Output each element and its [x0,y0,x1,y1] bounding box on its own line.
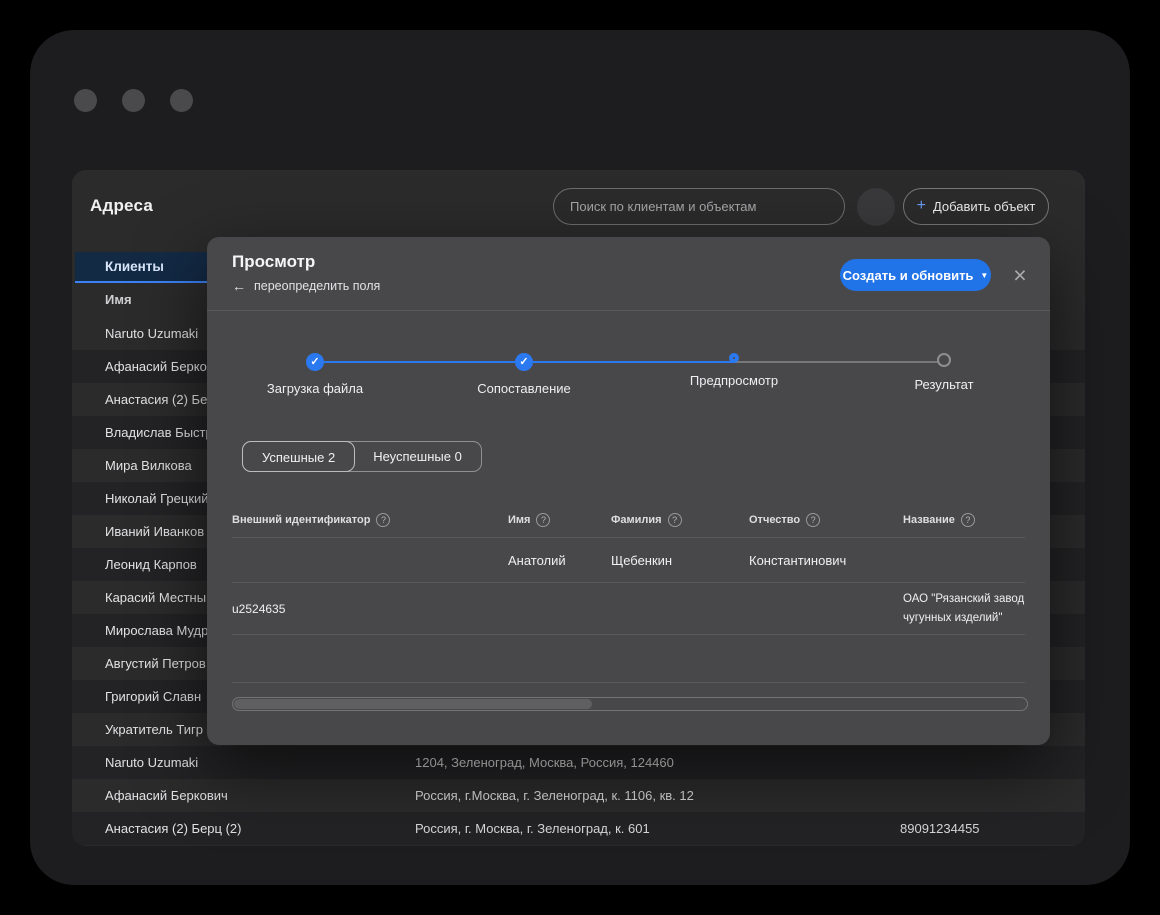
chevron-down-icon: ▼ [980,271,988,280]
result-tabs: Успешные 2 Неуспешные 0 [242,441,482,472]
horizontal-scrollbar[interactable] [232,697,1028,711]
window-control-minimize[interactable] [122,89,145,112]
window-control-maximize[interactable] [170,89,193,112]
ext-id-cell: u2524635 [232,602,508,616]
round-button[interactable] [857,188,895,226]
client-name: Афанасий Берко [105,350,207,383]
page-title: Адреса [90,196,153,216]
client-name: Naruto Uzumaki [105,746,198,779]
step-upload: ✓ Загрузка файла [245,353,385,396]
client-name: Григорий Славн [105,680,201,713]
first-name-cell: Анатолий [508,553,611,568]
tab-unsuccessful[interactable]: Неуспешные 0 [354,442,481,471]
tab-successful[interactable]: Успешные 2 [242,441,355,472]
client-name: Иваний Иванков [105,515,204,548]
step-mapping: ✓ Сопоставление [454,353,594,396]
preview-row[interactable]: u2524635 ОАО "Рязанский завод чугунных и… [232,583,1025,635]
help-icon[interactable]: ? [668,513,682,527]
column-header-last-name: Фамилия ? [611,513,749,527]
scrollbar-thumb[interactable] [234,699,592,709]
table-row[interactable]: Анастасия (2) Берц (2) Россия, г. Москва… [72,812,1085,845]
column-header-title: Название ? [903,513,1025,527]
client-name: Августий Петров [105,647,206,680]
preview-table-header: Внешний идентификатор ? Имя ? Фамилия ? … [232,502,1025,538]
help-icon[interactable]: ? [536,513,550,527]
client-name: Леонид Карпов [105,548,197,581]
check-icon: ✓ [306,353,324,371]
back-arrow-icon: ← [232,278,246,294]
client-name: Владислав Быстр [105,416,213,449]
preview-table: Внешний идентификатор ? Имя ? Фамилия ? … [232,502,1025,683]
column-header-external-id: Внешний идентификатор ? [232,513,508,527]
close-icon[interactable]: × [1006,261,1034,289]
modal-header-divider [207,310,1050,311]
client-address: Россия, г.Москва, г. Зеленоград, к. 1106… [415,779,694,812]
check-icon: ✓ [515,353,533,371]
step-preview: Предпросмотр [664,353,804,388]
client-phone: 89091234455 [900,812,980,845]
client-name: Мира Вилкова [105,449,192,482]
current-step-icon [729,353,739,363]
title-cell: ОАО "Рязанский завод чугунных изделий" [903,590,1025,627]
create-and-update-button[interactable]: Создать и обновить ▼ [840,259,991,291]
help-icon[interactable]: ? [806,513,820,527]
client-name: Мирослава Мудр [105,614,208,647]
client-name: Карасий Местны [105,581,206,614]
create-and-update-label: Создать и обновить [843,268,974,283]
help-icon[interactable]: ? [376,513,390,527]
client-name: Анастасия (2) Бер [105,383,215,416]
help-icon[interactable]: ? [961,513,975,527]
pending-step-icon [937,353,951,367]
search-input[interactable] [553,188,845,225]
step-label: Сопоставление [454,381,594,396]
patronymic-cell: Константинович [749,553,903,568]
table-row[interactable]: Афанасий Беркович Россия, г.Москва, г. З… [72,779,1085,812]
column-label: Имя [508,514,530,526]
column-label: Внешний идентификатор [232,514,370,526]
import-preview-modal: Просмотр ← переопределить поля Создать и… [207,237,1050,745]
plus-icon: + [917,197,926,215]
step-label: Предпросмотр [664,373,804,388]
preview-row[interactable]: Анатолий Щебенкин Константинович [232,538,1025,583]
last-name-cell: Щебенкин [611,553,749,568]
client-address: Россия, г. Москва, г. Зеленоград, к. 601 [415,812,650,845]
step-label: Результат [874,377,1014,392]
column-label: Отчество [749,514,800,526]
client-name: Афанасий Беркович [105,779,228,812]
step-result: Результат [874,353,1014,392]
empty-row [232,635,1025,683]
column-header-name: Имя [105,283,132,317]
tab-clients[interactable]: Клиенты [75,252,208,283]
redefine-fields-link[interactable]: ← переопределить поля [232,278,380,294]
client-name: Николай Грецкий [105,482,209,515]
step-label: Загрузка файла [245,381,385,396]
client-address: 1204, Зеленоград, Москва, Россия, 124460 [415,746,674,779]
column-header-first-name: Имя ? [508,513,611,527]
window-control-close[interactable] [74,89,97,112]
add-object-button[interactable]: + Добавить объект [903,188,1049,225]
column-label: Название [903,514,955,526]
client-name: Naruto Uzumaki [105,317,198,350]
client-name: Анастасия (2) Берц (2) [105,812,241,845]
add-object-label: Добавить объект [933,199,1035,214]
column-header-patronymic: Отчество ? [749,513,903,527]
modal-title: Просмотр [232,252,315,272]
column-label: Фамилия [611,514,662,526]
table-row[interactable]: Naruto Uzumaki 1204, Зеленоград, Москва,… [72,746,1085,779]
client-name: Укратитель Тигр [105,713,203,746]
redefine-fields-label: переопределить поля [254,279,380,293]
